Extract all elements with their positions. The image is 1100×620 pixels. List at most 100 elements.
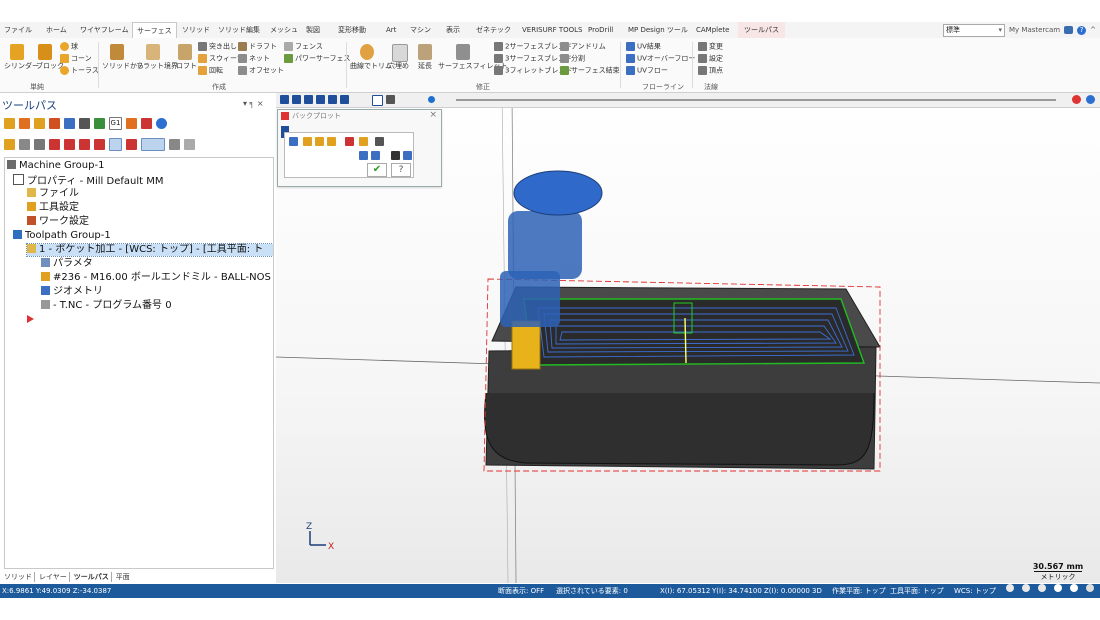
toggle-display-icon[interactable] [19,139,30,150]
menu-genetec[interactable]: ゼネテック [476,22,511,38]
record-icon[interactable] [1072,95,1081,104]
tool-option-icon[interactable] [359,151,368,160]
ribbon-draft[interactable]: ドラフト [238,42,277,52]
display-holder-icon[interactable] [303,137,312,146]
backplot-icon[interactable] [64,118,75,129]
menu-mp-design[interactable]: MP Design ツール [628,22,688,38]
only-display-icon[interactable] [126,139,137,150]
question-icon[interactable]: ? [391,163,411,177]
trim-to-curves-icon[interactable] [360,44,374,60]
ribbon-loft[interactable]: ロフト [176,62,197,71]
menu-machine[interactable]: マシン [410,22,431,38]
speed-slider-handle[interactable] [428,96,435,103]
menu-prodrill[interactable]: ProDrill [588,22,613,38]
path-option-icon[interactable] [371,151,380,160]
step-forward-icon[interactable] [328,95,337,104]
ribbon-cone[interactable]: コーン [60,54,92,64]
tree-node-stock-setup[interactable]: ワーク設定 [27,216,89,228]
tree-node-pocket-operation[interactable]: 1 - ポケット加工 - [WCS: トップ] - [工具平面: ト [26,243,273,257]
ribbon-power-surface[interactable]: パワーサーフェス [284,54,350,64]
help-icon[interactable] [156,118,167,129]
flat-boundary-icon[interactable] [146,44,160,60]
insert-arrow-icon[interactable] [79,139,90,150]
lock-icon[interactable] [4,139,15,150]
save-icon[interactable] [403,151,412,160]
scroll-icon[interactable] [94,139,105,150]
view-sphere-icon[interactable] [1006,584,1014,592]
deselect-icon[interactable] [19,118,30,129]
ribbon-surface-stitch[interactable]: サーフェス結束 [560,66,620,76]
filter-icon[interactable] [169,139,180,150]
fill-holes-icon[interactable] [392,44,408,62]
menu-transform[interactable]: 変形移動 [338,22,366,38]
tree-node-files[interactable]: ファイル [27,188,79,200]
verify-icon[interactable] [79,118,90,129]
playback-track[interactable] [456,99,1056,101]
from-solid-icon[interactable] [110,44,124,60]
display-entity-icon[interactable] [327,137,336,146]
ribbon-fence[interactable]: フェンス [284,42,323,52]
ribbon-fill-holes[interactable]: 穴埋め [388,62,409,71]
step-back-icon[interactable] [316,95,325,104]
tree-node-insert-arrow[interactable] [27,314,37,326]
help-icon[interactable] [1086,95,1095,104]
account-link[interactable]: My Mastercam [1009,26,1060,34]
check-icon[interactable]: ✔ [367,163,387,177]
tree-node-geometry[interactable]: ジオメトリ [41,286,103,298]
trace-mode-icon[interactable] [372,95,383,106]
pointer-icon[interactable] [109,138,122,151]
wcs-plane[interactable]: WCS: トップ [954,584,996,598]
loft-icon[interactable] [178,44,192,60]
settings-icon[interactable] [184,139,195,150]
tree-node-parameters[interactable]: パラメタ [41,258,93,270]
material-icon[interactable] [1086,584,1094,592]
tree-node-tool-settings[interactable]: 工具設定 [27,202,79,214]
ribbon-sphere[interactable]: 球 [60,42,78,52]
wireframe-icon[interactable] [1070,584,1078,592]
rewind-start-icon[interactable] [304,95,313,104]
block-icon[interactable] [38,44,52,60]
construction-plane[interactable]: 作業平面: トップ [832,584,886,598]
tree-node-toolpath-group[interactable]: Toolpath Group-1 [13,230,111,242]
ribbon-normal-vertex[interactable]: 頂点 [698,66,723,76]
tree-node-properties[interactable]: プロパティ - Mill Default MM [13,174,163,188]
menu-surface[interactable]: サーフェス [132,22,177,39]
tab-solids[interactable]: ソリッド [2,572,35,582]
ribbon-flat-boundary[interactable]: フラット境界 [136,62,178,71]
edit-icon[interactable] [141,118,152,129]
ribbon-torus[interactable]: トーラス [60,66,99,76]
regen-dirty-icon[interactable] [49,118,60,129]
display-tool-icon[interactable] [289,137,298,146]
extend-icon[interactable] [418,44,432,60]
menu-verisurf[interactable]: VERISURF TOOLS [522,22,582,38]
chat-icon[interactable] [1064,26,1074,34]
ribbon-untrim[interactable]: アンドリム [560,42,606,52]
stop-icon[interactable] [292,95,301,104]
view-cube-icon[interactable] [1022,584,1030,592]
play-icon[interactable] [280,95,289,104]
move-down-icon[interactable] [49,139,60,150]
ribbon-cylinder[interactable]: シリンダー [4,62,39,71]
tool-plane[interactable]: 工具平面: トップ [890,584,944,598]
camera-icon[interactable] [391,151,400,160]
view-options-icon[interactable] [141,138,165,151]
menu-solid-edit[interactable]: ソリッド編集 [218,22,260,38]
move-up-icon[interactable] [64,139,75,150]
end-icon[interactable] [340,95,349,104]
menu-art[interactable]: Art [386,22,396,38]
display-rapid-icon[interactable] [315,137,324,146]
ribbon-uv-result[interactable]: UV結果 [626,42,661,52]
ribbon-offset[interactable]: オフセット [238,66,284,76]
menu-view[interactable]: 表示 [446,22,460,38]
close-icon[interactable]: × [429,110,437,120]
panel-window-controls[interactable]: ▾ ╕ × [243,99,264,108]
menu-drafting[interactable]: 製図 [306,22,320,38]
post-icon[interactable] [126,118,137,129]
menu-camplete[interactable]: CAMplete [696,22,729,38]
question-icon[interactable]: ? [1077,25,1087,35]
menu-file[interactable]: ファイル [4,22,32,38]
tab-toolpaths[interactable]: ツールパス [72,572,112,582]
ribbon-normal-set[interactable]: 設定 [698,54,723,64]
menu-toolpath[interactable]: ツールパス [738,22,785,38]
ribbon-uv-flow[interactable]: UVフロー [626,66,668,76]
